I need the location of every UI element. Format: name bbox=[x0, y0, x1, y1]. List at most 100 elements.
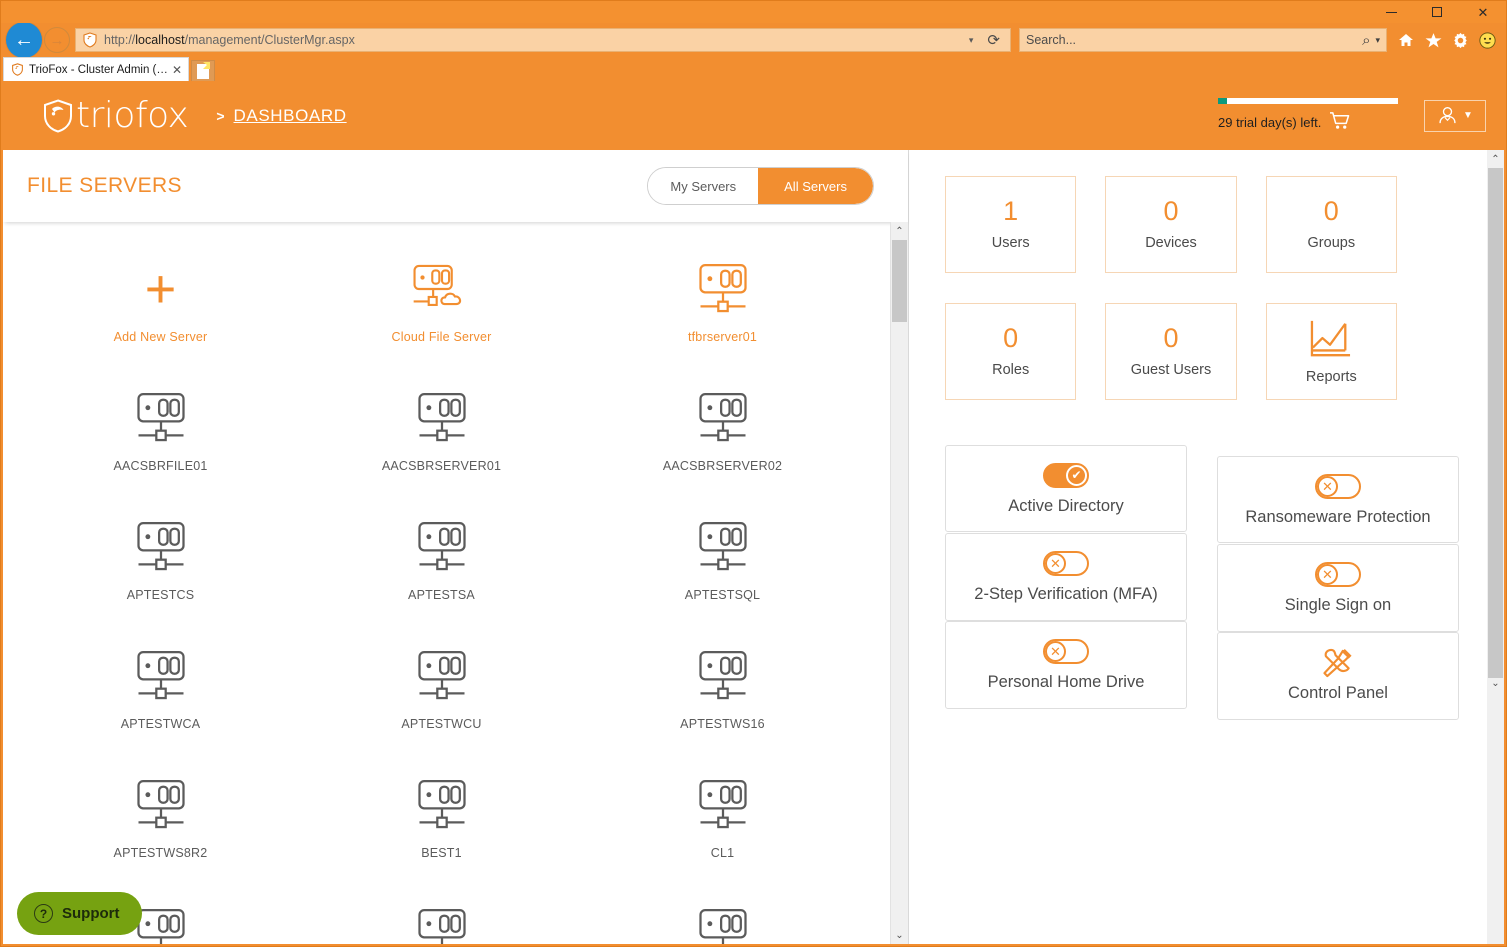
file-server-tile[interactable]: APTESTWCA bbox=[20, 637, 301, 766]
file-server-tile[interactable]: APTESTSA bbox=[301, 508, 582, 637]
page-title: FILE SERVERS bbox=[27, 174, 182, 197]
file-servers-scroll-area: + Add New Server Cloud File Server tfbrserv… bbox=[3, 222, 908, 944]
file-server-tile[interactable] bbox=[301, 895, 582, 944]
tab-all-servers[interactable]: All Servers bbox=[758, 168, 873, 204]
scroll-up-icon[interactable]: ⌃ bbox=[1487, 150, 1504, 168]
address-dropdown-icon[interactable]: ▾ bbox=[961, 35, 982, 46]
support-button[interactable]: ? Support bbox=[17, 892, 142, 935]
trial-days-label: 29 trial day(s) left. bbox=[1218, 114, 1322, 130]
forward-button[interactable]: → bbox=[44, 27, 70, 53]
toggle-off-icon: ✕ bbox=[1315, 471, 1361, 501]
feature-card-active-directory[interactable]: ✔ Active Directory bbox=[945, 445, 1187, 532]
browser-navigation-bar: ← → http://localhost/management/ClusterM… bbox=[1, 22, 1506, 58]
stat-card-roles[interactable]: 0 Roles bbox=[945, 303, 1077, 400]
file-server-tile[interactable]: AACSBRSERVER01 bbox=[301, 379, 582, 508]
scroll-down-icon[interactable]: ⌄ bbox=[891, 926, 908, 944]
file-server-tile-label: APTESTWS16 bbox=[680, 717, 765, 731]
feature-card-personal-home-drive[interactable]: ✕ Personal Home Drive bbox=[945, 621, 1187, 709]
server-icon bbox=[412, 774, 472, 836]
search-dropdown-icon[interactable]: ▾ bbox=[1375, 35, 1380, 46]
file-server-tile[interactable]: AACSBRFILE01 bbox=[20, 379, 301, 508]
file-server-tile[interactable]: BEST1 bbox=[301, 766, 582, 895]
plus-icon: + bbox=[144, 259, 177, 319]
summary-content: 1 Users 0 Devices 0 Groups 0 Roles 0 Guest Users R… bbox=[909, 150, 1504, 944]
web-page: triofox > DASHBOARD 29 trial day(s) left… bbox=[1, 81, 1506, 946]
browser-search-box[interactable]: Search... ⌕ ▾ bbox=[1019, 28, 1387, 52]
server-icon bbox=[693, 516, 753, 578]
site-favicon-icon bbox=[83, 32, 97, 48]
scrollbar-track[interactable] bbox=[1487, 168, 1504, 944]
home-icon[interactable] bbox=[1397, 31, 1415, 49]
file-server-tile[interactable]: APTESTWCU bbox=[301, 637, 582, 766]
stat-card-guest-users[interactable]: 0 Guest Users bbox=[1105, 303, 1237, 400]
file-servers-panel: FILE SERVERS My Servers All Servers + Add… bbox=[3, 150, 909, 944]
scrollbar-track[interactable] bbox=[891, 240, 908, 926]
file-server-tile[interactable]: CL1 bbox=[582, 766, 863, 895]
wrench-screwdriver-icon bbox=[1321, 647, 1355, 677]
user-menu-button[interactable]: ▼ bbox=[1424, 99, 1486, 132]
file-server-tile[interactable]: AACSBRSERVER02 bbox=[582, 379, 863, 508]
address-bar[interactable]: http://localhost/management/ClusterMgr.a… bbox=[75, 28, 1011, 52]
file-server-tile[interactable]: APTESTWS16 bbox=[582, 637, 863, 766]
back-button[interactable]: ← bbox=[6, 22, 42, 58]
scroll-down-icon[interactable]: ⌄ bbox=[1487, 678, 1504, 689]
tab-close-icon[interactable]: ✕ bbox=[170, 63, 184, 77]
feature-card-label: Ransomeware Protection bbox=[1245, 508, 1431, 526]
feature-card-ransomeware-protection[interactable]: ✕ Ransomeware Protection bbox=[1217, 456, 1459, 543]
close-button[interactable]: ✕ bbox=[1460, 1, 1506, 23]
minimize-button[interactable] bbox=[1368, 1, 1414, 23]
dashboard-body: FILE SERVERS My Servers All Servers + Add… bbox=[3, 150, 1504, 944]
stat-card-value: 0 bbox=[1003, 323, 1019, 353]
reload-icon[interactable]: ⟳ bbox=[981, 31, 1006, 49]
stat-card-value: 0 bbox=[1323, 196, 1339, 226]
stat-card-reports[interactable]: Reports bbox=[1265, 303, 1397, 400]
file-server-tile[interactable]: Cloud File Server bbox=[301, 250, 582, 379]
stat-card-devices[interactable]: 0 Devices bbox=[1105, 176, 1237, 273]
server-icon bbox=[131, 387, 191, 449]
triofox-logo[interactable]: triofox bbox=[43, 97, 189, 134]
server-icon bbox=[412, 645, 472, 707]
toggle-on-icon: ✔ bbox=[1043, 460, 1089, 490]
maximize-button[interactable] bbox=[1414, 1, 1460, 23]
smiley-icon[interactable] bbox=[1478, 31, 1496, 49]
user-avatar-icon bbox=[1439, 107, 1456, 124]
cart-icon[interactable] bbox=[1329, 111, 1350, 133]
breadcrumb-dashboard-link[interactable]: DASHBOARD bbox=[234, 106, 347, 126]
server-icon bbox=[412, 387, 472, 449]
feature-card-label: Active Directory bbox=[1008, 497, 1124, 515]
search-icon[interactable]: ⌕ bbox=[1362, 32, 1370, 49]
file-server-tile[interactable]: tfbrserver01 bbox=[582, 250, 863, 379]
address-bar-url: http://localhost/management/ClusterMgr.a… bbox=[104, 33, 355, 47]
file-servers-scrollbar[interactable]: ⌃ ⌄ bbox=[890, 222, 908, 944]
stat-card-users[interactable]: 1 Users bbox=[945, 176, 1077, 273]
stat-card-groups[interactable]: 0 Groups bbox=[1265, 176, 1397, 273]
stat-card-label: Users bbox=[991, 235, 1030, 251]
tab-my-servers[interactable]: My Servers bbox=[648, 168, 759, 204]
server-icon bbox=[693, 387, 753, 449]
settings-icon[interactable] bbox=[1451, 31, 1469, 49]
stat-card-label: Groups bbox=[1307, 235, 1356, 251]
server-icon bbox=[693, 903, 753, 944]
file-server-tile-label: AACSBRSERVER01 bbox=[381, 459, 502, 473]
file-server-tile[interactable]: APTESTCS bbox=[20, 508, 301, 637]
feature-card-2-step-verification-mfa[interactable]: ✕ 2-Step Verification (MFA) bbox=[945, 533, 1187, 621]
feature-card-control-panel[interactable]: Control Panel bbox=[1217, 632, 1459, 720]
file-server-tile[interactable]: APTESTSQL bbox=[582, 508, 863, 637]
browser-tab[interactable]: TrioFox - Cluster Admin (az... ✕ bbox=[3, 57, 189, 81]
scrollbar-thumb[interactable] bbox=[1488, 168, 1503, 678]
scrollbar-thumb[interactable] bbox=[892, 240, 907, 322]
file-server-tile-label: Cloud File Server bbox=[391, 330, 492, 344]
scroll-up-icon[interactable]: ⌃ bbox=[891, 222, 908, 240]
window-controls: ✕ bbox=[1368, 1, 1506, 23]
new-tab-button[interactable] bbox=[191, 60, 215, 81]
file-server-tile[interactable] bbox=[582, 895, 863, 944]
summary-panel-scrollbar[interactable]: ⌃ ⌄ bbox=[1487, 150, 1504, 944]
file-server-tile-label: Add New Server bbox=[113, 330, 208, 344]
stats-grid: 1 Users 0 Devices 0 Groups 0 Roles 0 Guest Users R… bbox=[945, 176, 1397, 400]
favorites-icon[interactable] bbox=[1424, 31, 1442, 49]
file-server-tile-label: APTESTSQL bbox=[684, 588, 761, 602]
feature-card-single-sign-on[interactable]: ✕ Single Sign on bbox=[1217, 544, 1459, 632]
file-server-tile-label: BEST1 bbox=[421, 846, 462, 860]
file-server-tile[interactable]: + Add New Server bbox=[20, 250, 301, 379]
file-server-tile[interactable]: APTESTWS8R2 bbox=[20, 766, 301, 895]
